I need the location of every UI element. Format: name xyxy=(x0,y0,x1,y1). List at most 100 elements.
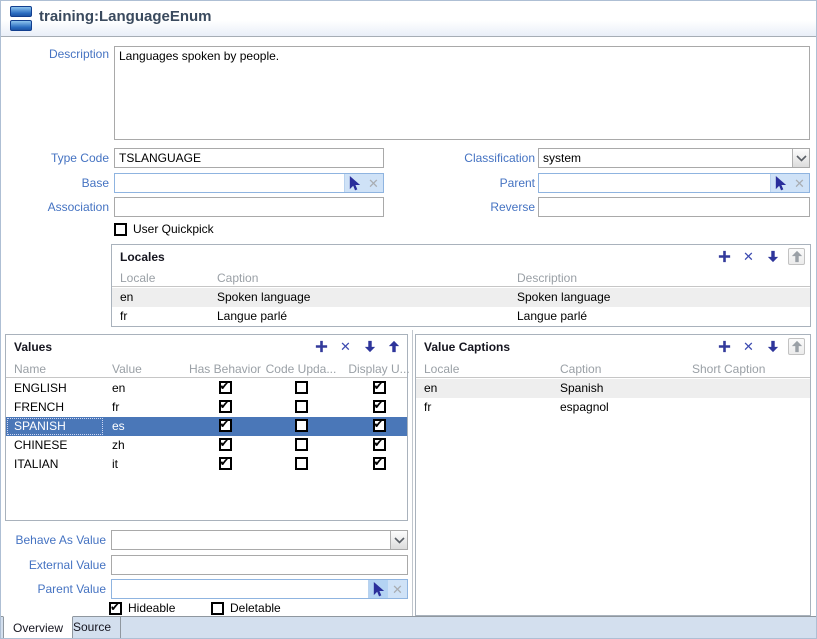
cell-name: CHINESE xyxy=(14,438,67,452)
cell-locale: fr xyxy=(424,400,431,414)
column-header[interactable]: Caption xyxy=(217,271,258,285)
pane-divider[interactable] xyxy=(412,330,413,618)
table-row[interactable]: FRENCH fr xyxy=(6,398,407,417)
description-label: Description xyxy=(1,44,109,64)
type-code-label: Type Code xyxy=(1,148,109,168)
code-update-checkbox[interactable] xyxy=(295,400,308,413)
description-input[interactable]: Languages spoken by people. xyxy=(114,46,810,140)
value-captions-title: Value Captions xyxy=(424,340,510,354)
table-row[interactable]: en Spoken language Spoken language xyxy=(112,288,810,307)
display-update-checkbox[interactable] xyxy=(373,457,386,470)
base-value[interactable] xyxy=(115,174,344,192)
move-down-icon[interactable] xyxy=(764,248,781,265)
cell-name: FRENCH xyxy=(14,400,64,414)
has-behavior-checkbox[interactable] xyxy=(219,419,232,432)
has-behavior-checkbox[interactable] xyxy=(219,457,232,470)
table-row[interactable]: en Spanish xyxy=(416,379,810,398)
code-update-checkbox[interactable] xyxy=(295,381,308,394)
table-row[interactable]: ENGLISH en xyxy=(6,379,407,398)
base-pickfield[interactable]: ✕ xyxy=(114,173,384,193)
add-icon[interactable] xyxy=(313,338,330,355)
display-update-checkbox[interactable] xyxy=(373,438,386,451)
parent-pickfield[interactable]: ✕ xyxy=(538,173,810,193)
move-down-icon[interactable] xyxy=(764,338,781,355)
pick-cursor-icon[interactable] xyxy=(369,580,388,598)
behave-as-value-select[interactable] xyxy=(111,530,408,550)
values-header: Values ✕ xyxy=(6,335,407,360)
parent-value-pickfield[interactable]: ✕ xyxy=(111,579,408,599)
tab-overview[interactable]: Overview xyxy=(3,616,73,639)
base-label: Base xyxy=(1,173,109,193)
column-header[interactable]: Value xyxy=(112,362,142,376)
table-row[interactable]: CHINESE zh xyxy=(6,436,407,455)
cell-value: zh xyxy=(112,438,125,452)
chevron-down-icon[interactable] xyxy=(390,531,407,549)
tab-source[interactable]: Source xyxy=(64,616,121,639)
display-update-checkbox[interactable] xyxy=(373,419,386,432)
has-behavior-checkbox[interactable] xyxy=(219,400,232,413)
column-header[interactable]: Display U... xyxy=(329,362,429,376)
table-row[interactable]: SPANISH es xyxy=(6,417,407,436)
delete-icon[interactable]: ✕ xyxy=(740,248,757,265)
has-behavior-checkbox[interactable] xyxy=(219,381,232,394)
clear-icon[interactable]: ✕ xyxy=(388,580,407,598)
column-header[interactable]: Locale xyxy=(120,271,155,285)
display-update-checkbox[interactable] xyxy=(373,381,386,394)
value-captions-column-headers: Locale Caption Short Caption xyxy=(416,361,810,378)
display-update-checkbox[interactable] xyxy=(373,400,386,413)
delete-icon[interactable]: ✕ xyxy=(740,338,757,355)
reverse-input[interactable] xyxy=(538,197,810,217)
clear-icon[interactable]: ✕ xyxy=(790,174,809,192)
deletable-label: Deletable xyxy=(230,601,281,615)
move-up-icon[interactable] xyxy=(385,338,402,355)
external-value-label: External Value xyxy=(1,555,106,575)
move-down-icon[interactable] xyxy=(361,338,378,355)
column-header[interactable]: Description xyxy=(517,271,577,285)
values-title: Values xyxy=(14,340,52,354)
cell-value: fr xyxy=(112,400,119,414)
code-update-checkbox[interactable] xyxy=(295,457,308,470)
tab-strip: Overview Source xyxy=(1,616,816,638)
has-behavior-checkbox[interactable] xyxy=(219,438,232,451)
enum-type-icon xyxy=(10,6,32,32)
parent-value-value[interactable] xyxy=(112,580,368,598)
column-header[interactable]: Short Caption xyxy=(692,362,765,376)
user-quickpick-row: User Quickpick xyxy=(114,222,214,236)
table-row[interactable]: ITALIAN it xyxy=(6,455,407,474)
pick-cursor-icon[interactable] xyxy=(345,174,364,192)
external-value-input[interactable] xyxy=(111,555,408,575)
clear-icon[interactable]: ✕ xyxy=(364,174,383,192)
chevron-down-icon[interactable] xyxy=(792,149,809,167)
add-icon[interactable] xyxy=(716,338,733,355)
parent-value[interactable] xyxy=(539,174,770,192)
user-quickpick-checkbox[interactable] xyxy=(114,223,127,236)
classification-select[interactable]: system xyxy=(538,148,810,168)
deletable-checkbox[interactable] xyxy=(211,602,224,615)
delete-icon[interactable]: ✕ xyxy=(337,338,354,355)
code-update-checkbox[interactable] xyxy=(295,419,308,432)
page-title: training:LanguageEnum xyxy=(39,8,212,25)
column-header[interactable]: Caption xyxy=(560,362,601,376)
association-input[interactable] xyxy=(114,197,384,217)
hideable-checkbox[interactable] xyxy=(109,602,122,615)
pick-cursor-icon[interactable] xyxy=(771,174,790,192)
hideable-label: Hideable xyxy=(128,601,175,615)
cell-locale: en xyxy=(120,290,133,304)
cell-value: en xyxy=(112,381,125,395)
hideable-row: Hideable xyxy=(109,601,175,615)
locales-header: Locales ✕ xyxy=(112,245,810,270)
cell-caption: Spoken language xyxy=(217,290,310,304)
user-quickpick-label: User Quickpick xyxy=(133,222,214,236)
cell-locale: en xyxy=(424,381,437,395)
type-code-input[interactable] xyxy=(114,148,384,168)
locales-title: Locales xyxy=(120,250,165,264)
table-row[interactable]: fr espagnol xyxy=(416,398,810,417)
add-icon[interactable] xyxy=(716,248,733,265)
table-row[interactable]: fr Langue parlé Langue parlé xyxy=(112,307,810,326)
column-header[interactable]: Name xyxy=(14,362,46,376)
move-up-icon[interactable] xyxy=(788,248,805,265)
behave-as-value-label: Behave As Value xyxy=(1,530,106,550)
column-header[interactable]: Locale xyxy=(424,362,459,376)
code-update-checkbox[interactable] xyxy=(295,438,308,451)
move-up-icon[interactable] xyxy=(788,338,805,355)
